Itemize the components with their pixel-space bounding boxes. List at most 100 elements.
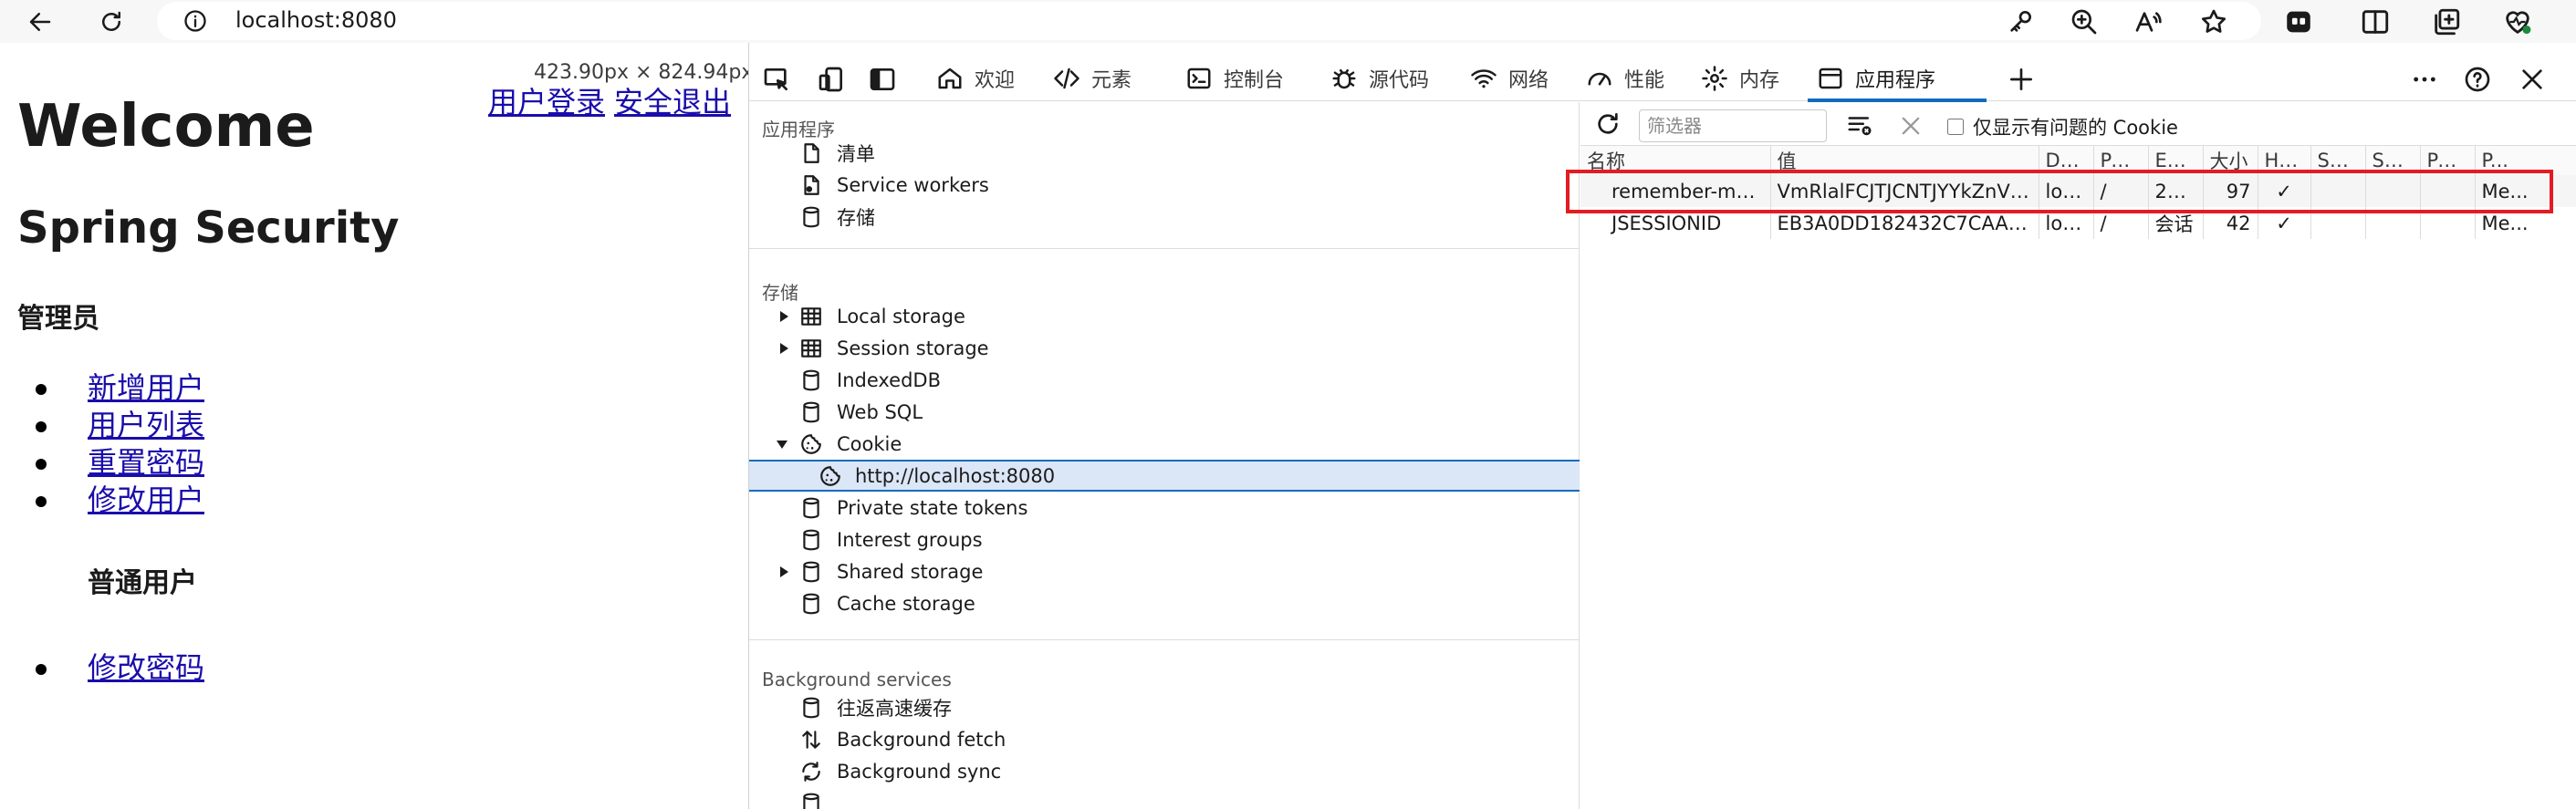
delete-selected-icon[interactable] bbox=[1898, 113, 1924, 139]
tree-item-local-storage[interactable]: Local storage bbox=[749, 300, 1580, 332]
tab-application[interactable]: 应用程序 bbox=[1817, 56, 1935, 101]
list-item: 用户列表 bbox=[35, 407, 204, 444]
cookie-icon bbox=[801, 433, 821, 454]
database-icon bbox=[803, 793, 819, 809]
top-links: 用户登录 安全退出 bbox=[488, 79, 740, 121]
extension-icon[interactable] bbox=[2283, 6, 2314, 37]
highlight-annotation-box bbox=[1566, 170, 2553, 213]
sync-icon bbox=[802, 761, 820, 782]
database-icon bbox=[803, 593, 819, 614]
code-icon bbox=[1054, 67, 1079, 89]
list-item: 重置密码 bbox=[35, 444, 204, 482]
refresh-icon[interactable] bbox=[1593, 109, 1622, 139]
close-icon[interactable] bbox=[2518, 65, 2547, 94]
tree-item-shared-storage[interactable]: Shared storage bbox=[749, 555, 1580, 587]
bug-icon bbox=[1332, 69, 1356, 89]
collapse-arrow-icon[interactable] bbox=[775, 437, 789, 451]
tab-network[interactable]: 网络 bbox=[1470, 56, 1549, 101]
sidebar-toggle-icon[interactable] bbox=[868, 65, 897, 94]
tree-item-private-state-tokens[interactable]: Private state tokens bbox=[749, 492, 1580, 524]
expand-arrow-icon[interactable] bbox=[777, 309, 791, 324]
tree-item-session-storage[interactable]: Session storage bbox=[749, 332, 1580, 364]
filter-input[interactable] bbox=[1639, 109, 1827, 142]
tree-item-more[interactable] bbox=[749, 787, 1580, 809]
only-issues-checkbox[interactable]: 仅显示有问题的 Cookie bbox=[1947, 113, 2178, 140]
gear-icon bbox=[1702, 66, 1727, 91]
list-item: 修改密码 bbox=[35, 649, 204, 687]
subtitle-heading: Spring Security bbox=[17, 202, 400, 254]
browser-essentials-icon[interactable] bbox=[2502, 6, 2533, 37]
application-icon bbox=[1819, 67, 1842, 89]
table-icon bbox=[801, 306, 821, 326]
user-link-list: 修改密码 bbox=[35, 649, 204, 687]
database-icon bbox=[803, 529, 819, 550]
tree-item-manifest[interactable]: 清单 bbox=[749, 137, 1580, 169]
login-link[interactable]: 用户登录 bbox=[488, 85, 605, 119]
tree-item-indexeddb[interactable]: IndexedDB bbox=[749, 364, 1580, 396]
split-screen-icon[interactable] bbox=[2360, 6, 2391, 37]
expand-arrow-icon[interactable] bbox=[777, 565, 791, 579]
collections-icon[interactable] bbox=[2431, 6, 2462, 37]
tree-item-service-workers[interactable]: Service workers bbox=[749, 169, 1580, 201]
admin-heading: 管理员 bbox=[17, 303, 99, 335]
list-item: 新增用户 bbox=[35, 369, 204, 407]
welcome-heading: Welcome bbox=[17, 93, 315, 161]
inspect-icon[interactable] bbox=[762, 65, 791, 94]
tree-item-bfcache[interactable]: 往返高速缓存 bbox=[749, 691, 1580, 723]
url-text[interactable]: localhost:8080 bbox=[235, 5, 397, 36]
tree-item-cookie-localhost[interactable]: http://localhost:8080 bbox=[749, 460, 1580, 492]
list-item: 修改用户 bbox=[35, 482, 204, 519]
reset-password-link[interactable]: 重置密码 bbox=[88, 445, 204, 480]
tree-item-background-fetch[interactable]: Background fetch bbox=[749, 723, 1580, 755]
help-icon[interactable] bbox=[2463, 65, 2492, 94]
tab-performance[interactable]: 性能 bbox=[1586, 56, 1664, 101]
tree-item-web-sql[interactable]: Web SQL bbox=[749, 396, 1580, 428]
logout-link[interactable]: 安全退出 bbox=[614, 85, 731, 119]
refresh-icon[interactable] bbox=[93, 4, 130, 40]
tab-welcome[interactable]: 欢迎 bbox=[936, 56, 1015, 101]
file-icon bbox=[804, 142, 819, 163]
database-icon bbox=[803, 401, 819, 422]
device-emulation-icon[interactable] bbox=[817, 65, 846, 94]
table-icon bbox=[801, 338, 821, 358]
info-icon[interactable] bbox=[183, 8, 208, 34]
tab-elements[interactable]: 元素 bbox=[1053, 56, 1132, 101]
change-password-link[interactable]: 修改密码 bbox=[88, 650, 204, 685]
tree-item-storage[interactable]: 存储 bbox=[749, 201, 1580, 233]
tree-item-cookie[interactable]: Cookie bbox=[749, 428, 1580, 460]
section-header-background-services: Background services bbox=[762, 669, 952, 690]
database-icon bbox=[803, 369, 819, 390]
add-user-link[interactable]: 新增用户 bbox=[88, 370, 204, 405]
zoom-icon[interactable] bbox=[2070, 7, 2099, 36]
tab-memory[interactable]: 内存 bbox=[1701, 56, 1779, 101]
tab-console[interactable]: 控制台 bbox=[1185, 56, 1284, 101]
tree-item-cache-storage[interactable]: Cache storage bbox=[749, 587, 1580, 619]
divider bbox=[749, 639, 1580, 640]
address-bar[interactable] bbox=[157, 2, 2261, 40]
devtools-panel: 欢迎 元素 控制台 源代码 网络 性能 内存 应用程序 应用程序 清单 Serv… bbox=[748, 43, 2576, 809]
clear-filtered-icon[interactable] bbox=[1845, 111, 1874, 139]
tree-item-interest-groups[interactable]: Interest groups bbox=[749, 524, 1580, 555]
page-viewport: 423.90px × 824.94px 用户登录 安全退出 Welcome Spr… bbox=[0, 43, 753, 809]
home-icon bbox=[938, 67, 962, 89]
back-arrow-icon[interactable] bbox=[22, 4, 58, 40]
wifi-icon bbox=[1471, 69, 1497, 88]
expand-arrow-icon[interactable] bbox=[777, 341, 791, 356]
edit-user-link[interactable]: 修改用户 bbox=[88, 482, 204, 517]
read-aloud-icon[interactable] bbox=[2133, 7, 2163, 36]
tree-item-background-sync[interactable]: Background sync bbox=[749, 755, 1580, 787]
key-icon[interactable] bbox=[2006, 7, 2035, 36]
service-worker-icon bbox=[804, 174, 819, 195]
only-issues-checkbox-input[interactable] bbox=[1947, 119, 1964, 135]
database-icon bbox=[803, 206, 819, 227]
tab-sources[interactable]: 源代码 bbox=[1330, 56, 1429, 101]
up-down-arrows-icon bbox=[802, 730, 820, 749]
star-icon[interactable] bbox=[2199, 7, 2228, 36]
console-icon bbox=[1187, 67, 1211, 89]
performance-icon bbox=[1588, 72, 1611, 86]
database-icon bbox=[803, 697, 819, 718]
more-options-icon[interactable] bbox=[2410, 65, 2439, 94]
user-list-link[interactable]: 用户列表 bbox=[88, 408, 204, 442]
plus-icon[interactable] bbox=[2007, 65, 2036, 94]
admin-link-list: 新增用户 用户列表 重置密码 修改用户 bbox=[35, 369, 204, 519]
